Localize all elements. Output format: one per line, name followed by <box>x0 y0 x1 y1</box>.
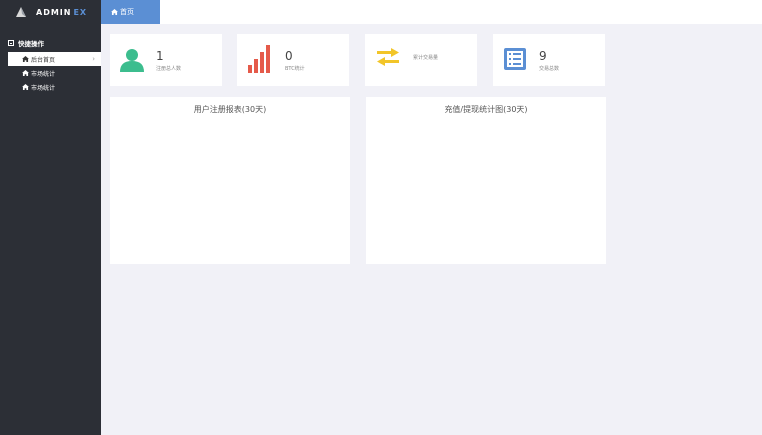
sidebar-item-label: 市场统计 <box>31 84 56 92</box>
panel-title: 充值/提现统计图(30天) <box>444 105 528 114</box>
top-bar: 首页 <box>101 0 762 24</box>
logo-icon <box>16 7 26 17</box>
sidebar: ADMIN EX 快捷操作 后台首页 › 市场统计 市场统计 <box>0 0 101 435</box>
exchange-arrows-icon <box>377 48 399 66</box>
home-icon <box>22 70 29 76</box>
tab-home[interactable]: 首页 <box>101 0 160 24</box>
stat-card-users: 1 注册总人数 <box>110 34 222 86</box>
stat-card-btc: 0 BTC统计 <box>237 34 349 86</box>
stat-value: 9 <box>539 49 547 63</box>
stat-card-trades: 9 交易总数 <box>493 34 605 86</box>
logo[interactable]: ADMIN EX <box>0 0 101 24</box>
stat-label: 累计交易量 <box>413 55 439 61</box>
stat-value: 0 <box>285 49 293 63</box>
main-content: 1 注册总人数 0 BTC统计 累计交易量 9 交易总数 用户注册报表(30天)… <box>101 24 762 435</box>
home-icon <box>22 56 29 62</box>
sidebar-item-label: 市场统计 <box>31 70 56 78</box>
user-icon <box>120 49 144 72</box>
panel-title: 用户注册报表(30天) <box>193 105 267 114</box>
stat-label: BTC统计 <box>285 66 305 72</box>
home-icon <box>111 9 118 15</box>
chevron-right-icon: › <box>92 55 95 63</box>
bar-chart-icon <box>248 45 270 73</box>
stat-label: 注册总人数 <box>156 66 182 72</box>
sidebar-item-market-stats-2[interactable]: 市场统计 <box>0 80 101 94</box>
collapse-icon <box>8 40 14 46</box>
stat-card-trade-volume: 累计交易量 <box>365 34 477 86</box>
panel-user-registration: 用户注册报表(30天) <box>110 97 350 264</box>
sidebar-item-market-stats[interactable]: 市场统计 <box>0 66 101 80</box>
sidebar-item-home[interactable]: 后台首页 › <box>8 52 101 66</box>
home-icon <box>22 84 29 90</box>
stat-label: 交易总数 <box>539 66 560 72</box>
sidebar-item-label: 后台首页 <box>31 56 56 64</box>
tab-label: 首页 <box>120 8 134 16</box>
panel-deposit-withdraw: 充值/提现统计图(30天) <box>366 97 606 264</box>
logo-text: ADMIN EX <box>36 7 88 17</box>
stat-value: 1 <box>156 49 164 63</box>
sidebar-section-label: 快捷操作 <box>18 40 44 48</box>
list-icon <box>504 48 526 70</box>
sidebar-section-quick-ops[interactable]: 快捷操作 <box>0 38 101 48</box>
